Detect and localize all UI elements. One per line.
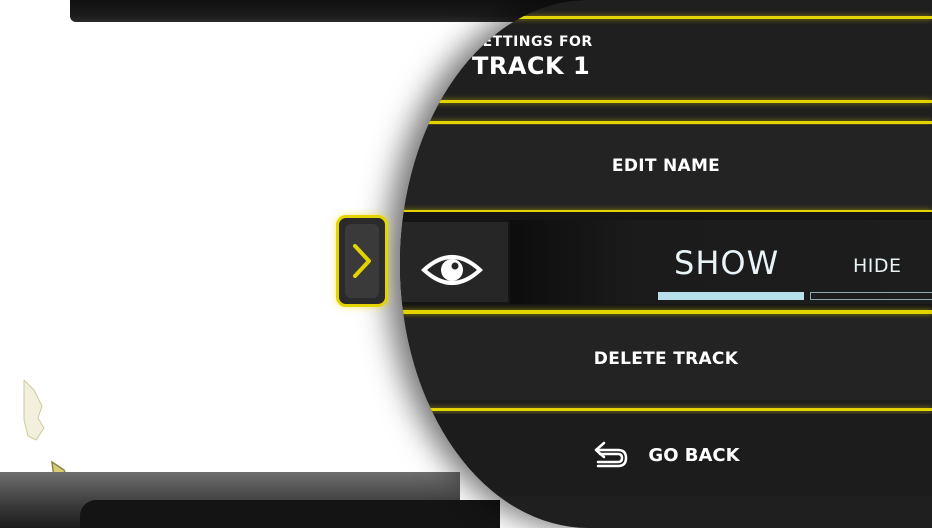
show-option[interactable]: SHOW xyxy=(674,244,779,282)
divider-go-back xyxy=(410,408,932,411)
divider-header xyxy=(410,100,932,103)
go-back-button[interactable]: GO BACK xyxy=(400,414,932,496)
divider-top xyxy=(440,16,932,19)
panel-header: SETTINGS FOR TRACK 1 xyxy=(472,34,593,80)
delete-track-label: DELETE TRACK xyxy=(593,349,739,369)
delete-track-button[interactable]: DELETE TRACK xyxy=(400,318,932,400)
back-arrow-icon xyxy=(595,441,628,468)
visibility-toggle-row: SHOW HIDE xyxy=(400,212,932,312)
divider-edit-top xyxy=(400,121,932,124)
header-title: TRACK 1 xyxy=(472,52,591,80)
chevron-right-icon xyxy=(353,244,371,278)
edit-name-label: EDIT NAME xyxy=(611,156,721,176)
visibility-options: SHOW HIDE xyxy=(510,220,932,304)
divider-vis-bottom xyxy=(400,310,932,314)
edit-name-button[interactable]: EDIT NAME xyxy=(400,125,932,207)
header-subtitle: SETTINGS FOR xyxy=(472,34,593,50)
go-back-label: GO BACK xyxy=(648,444,740,466)
eye-icon xyxy=(421,255,483,285)
panel-collapse-tab[interactable] xyxy=(336,215,388,307)
hide-indicator xyxy=(810,292,932,300)
show-selected-indicator xyxy=(658,292,804,300)
settings-panel: SETTINGS FOR TRACK 1 EDIT NAME SHOW HIDE xyxy=(400,0,932,528)
visibility-icon-cell xyxy=(400,222,508,302)
hide-option[interactable]: HIDE xyxy=(853,255,902,277)
